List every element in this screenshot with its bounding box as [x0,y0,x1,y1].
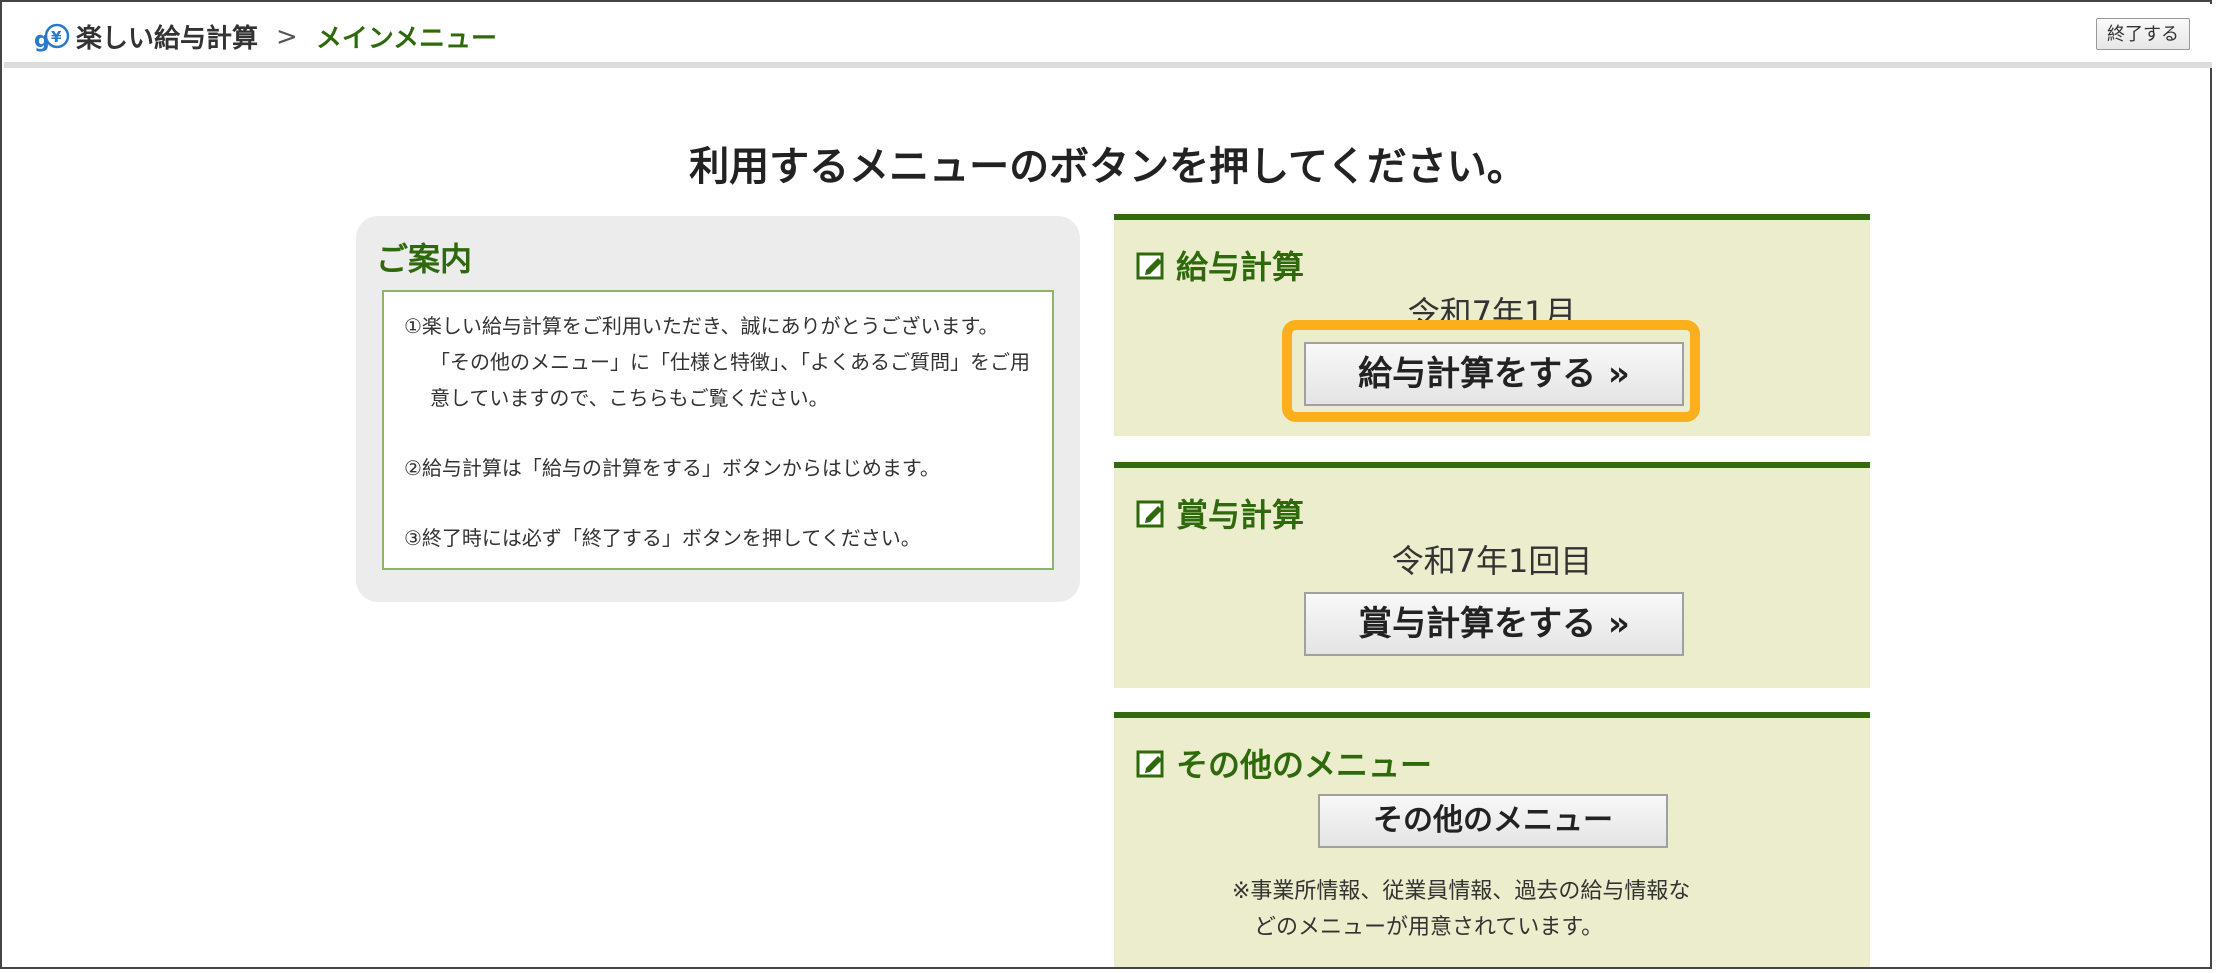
info-box: ご案内 ①楽しい給与計算をご利用いただき、誠にありがとうございます。 「その他の… [356,216,1080,602]
app-title[interactable]: 楽しい給与計算 [76,18,258,55]
breadcrumb: g ¥ 楽しい給与計算 > メインメニュー [34,18,497,55]
info-line: 「その他のメニュー」に「仕様と特徴」、「よくあるご質問」をご用 [430,350,1030,374]
svg-text:¥: ¥ [51,28,62,46]
header-bar: g ¥ 楽しい給与計算 > メインメニュー 終了する [4,4,2212,68]
salary-panel-header: 給与計算 [1136,242,1304,288]
bonus-panel: 賞与計算 令和7年1回目 賞与計算をする » [1114,462,1870,688]
breadcrumb-current: メインメニュー [315,24,498,54]
info-line: 意していますので、こちらもご覧ください。 [430,386,829,410]
note-line: どのメニューが用意されています。 [1254,915,1604,940]
bonus-panel-header: 賞与計算 [1136,490,1304,536]
page-title: 利用するメニューのボタンを押してください。 [689,144,1527,190]
other-panel-title: その他のメニュー [1176,746,1433,784]
info-title: ご案内 [376,240,473,278]
other-panel-header: その他のメニュー [1136,740,1432,786]
bonus-calc-button[interactable]: 賞与計算をする » [1304,592,1684,656]
info-line: ②給与計算は「給与の計算をする」ボタンからはじめます。 [404,456,940,480]
breadcrumb-separator: > [276,21,298,52]
highlight-frame [1282,320,1700,422]
salary-panel-title: 給与計算 [1176,248,1305,286]
info-line: ③終了時には必ず「終了する」ボタンを押してください。 [404,526,921,550]
bonus-panel-title: 賞与計算 [1176,496,1305,534]
app-window: g ¥ 楽しい給与計算 > メインメニュー 終了する 利用するメニューのボタンを… [0,0,2212,969]
edit-icon [1136,500,1164,528]
edit-icon [1136,750,1164,778]
info-line: ①楽しい給与計算をご利用いただき、誠にありがとうございます。 [404,314,999,338]
note-line: ※事業所情報、従業員情報、過去の給与情報な [1232,879,1691,904]
quit-button[interactable]: 終了する [2096,18,2190,50]
other-menu-panel: その他のメニュー その他のメニュー ※事業所情報、従業員情報、過去の給与情報な … [1114,712,1870,967]
info-content: ①楽しい給与計算をご利用いただき、誠にありがとうございます。 「その他のメニュー… [382,290,1054,570]
gy-coin-logo-icon: g ¥ [34,23,70,53]
edit-icon [1136,252,1164,280]
other-menu-button[interactable]: その他のメニュー [1318,794,1668,848]
bonus-period: 令和7年1回目 [1391,542,1593,580]
other-menu-note: ※事業所情報、従業員情報、過去の給与情報な どのメニューが用意されています。 [1232,874,1690,946]
